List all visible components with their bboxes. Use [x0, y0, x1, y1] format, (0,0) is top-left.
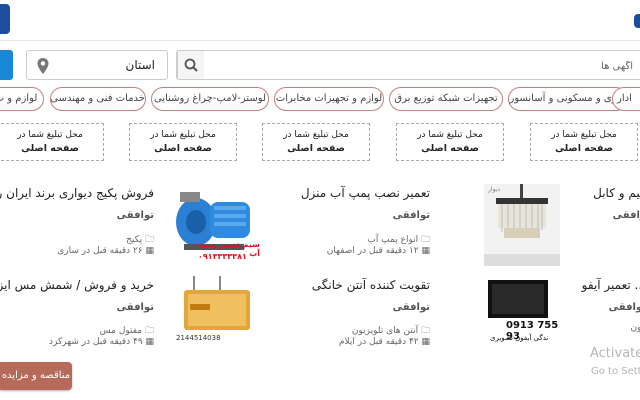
thumb-overlay-phone: ۰۹۱۳۳۳۳۳۸۱	[198, 252, 247, 261]
listing-title[interactable]: تقویت کننده آنتن خانگی	[312, 278, 430, 292]
windows-activate-settings: Go to Sett	[591, 366, 640, 377]
auction-tender-button[interactable]: مناقصه و مزایده	[0, 362, 72, 390]
top-bar	[0, 0, 640, 41]
windows-activate-watermark: Activate	[590, 346, 640, 361]
listing-title[interactable]: سیم و کابل	[593, 186, 640, 200]
chip-technical-services[interactable]: خدمات فنی و مهندسی	[50, 87, 146, 111]
listing-category-text: فون	[630, 323, 640, 333]
ad-slot[interactable]: محل تبلیغ شما در صفحه اصلی	[0, 123, 104, 161]
listing-time: ▦ ۲۶ دقیقه قبل در ساری	[57, 246, 154, 256]
search-icon[interactable]	[177, 51, 204, 79]
listing-time: ▦ ۱۲ دقیقه قبل در اصفهان	[327, 246, 430, 256]
thumb-overlay-phone: 2144514038	[176, 334, 221, 342]
listing-category-text: مفتول مس	[99, 326, 143, 336]
ad-text: محل تبلیغ شما در	[551, 130, 617, 140]
listing-thumbnail-booster[interactable]: 2144514038	[174, 274, 260, 346]
folder-icon: 🗀	[420, 326, 430, 336]
listing-time: ▦ ۴۹ دقیقه قبل در شهرکرد	[49, 337, 154, 347]
listing-time: ▦ ۴۲ دقیقه قبل در ایلام	[339, 337, 430, 347]
listing-price: توافقی	[116, 302, 154, 313]
listing-price: توافقی	[116, 210, 154, 221]
search-input[interactable]	[231, 56, 635, 76]
ad-text-bold: صفحه اصلی	[154, 143, 212, 154]
listing-thumbnail-chandelier[interactable]: دیوار	[484, 184, 560, 266]
logo-mark[interactable]	[634, 14, 640, 28]
listing-category[interactable]: فون	[630, 323, 640, 333]
folder-icon: 🗀	[144, 326, 154, 336]
province-label: استان	[125, 58, 155, 72]
chandelier-image-icon	[484, 184, 560, 266]
ad-slot[interactable]: محل تبلیغ شما در صفحه اصلی	[262, 123, 370, 161]
bottom-overlay	[0, 350, 640, 400]
ad-text-bold: صفحه اصلی	[421, 143, 479, 154]
chip-power-distribution[interactable]: تجهیزات شبکه توزیع برق	[389, 87, 503, 111]
listing-time-text: ۴۲ دقیقه قبل در ایلام	[338, 337, 419, 347]
calendar-icon: ▦	[421, 246, 430, 256]
ad-slot[interactable]: محل تبلیغ شما در صفحه اصلی	[396, 123, 504, 161]
listing-price: توافقی	[392, 210, 430, 221]
calendar-icon: ▦	[145, 337, 154, 347]
logo[interactable]	[0, 4, 10, 34]
listing-time-text: ۲۶ دقیقه قبل در ساری	[57, 246, 143, 256]
ad-text: محل تبلیغ شما در	[417, 130, 483, 140]
ad-text: محل تبلیغ شما در	[283, 130, 349, 140]
category-chips: اداری و مسکونی و آسانسور تجهیزات شبکه تو…	[0, 87, 640, 113]
search-submit-button[interactable]	[0, 50, 13, 80]
ad-slot[interactable]: محل تبلیغ شما در صفحه اصلی	[129, 123, 237, 161]
search-box	[176, 50, 640, 80]
ad-text-bold: صفحه اصلی	[555, 143, 613, 154]
listing-category-text: پکیج	[126, 235, 143, 245]
listing-title[interactable]: فروش پکیج دیواری برند ایران راد	[0, 186, 154, 200]
listing-category-text: انواع پمپ آب	[367, 235, 419, 245]
thumb-overlay-text: دیوار	[488, 186, 501, 193]
listing-price: توافقی	[608, 302, 640, 313]
listing-time-text: ۱۲ دقیقه قبل در اصفهان	[326, 246, 419, 256]
ad-text-bold: صفحه اصلی	[287, 143, 345, 154]
listing-category-text: آنتن های تلویزیون	[351, 326, 419, 336]
listing-thumbnail-intercom[interactable]: 0913 755 93 ندگی آیفون تصویری	[484, 274, 560, 346]
thumb-overlay-text: ندگی آیفون تصویری	[490, 334, 549, 342]
listing-price: توافقی	[612, 210, 640, 221]
chip-office-residential[interactable]: اداری و مسکونی و آسانسور	[508, 87, 628, 111]
listing-title[interactable]: ... تعمیر آیفو	[582, 278, 640, 292]
listing-title[interactable]: خرید و فروش / شمش مس ایزو	[0, 278, 154, 292]
chip-telecom-equipment[interactable]: لوازم و تجهیزات مخابرات	[274, 87, 384, 111]
province-select[interactable]: استان	[26, 50, 168, 80]
calendar-icon: ▦	[421, 337, 430, 347]
listing-time-text: ۴۹ دقیقه قبل در شهرکرد	[48, 337, 143, 347]
search-row: استان	[0, 50, 640, 82]
listing-title[interactable]: تعمیر نصب پمپ آب منزل	[301, 186, 430, 200]
ad-slot[interactable]: محل تبلیغ شما در صفحه اصلی	[530, 123, 638, 161]
chip-lighting[interactable]: لوستر-لامپ-چراغ روشنایی	[151, 87, 269, 111]
chip-office[interactable]: ادار	[612, 87, 640, 111]
calendar-icon: ▦	[145, 246, 154, 256]
folder-icon: 🗀	[144, 235, 154, 245]
chip-equipment[interactable]: لوازم و ت	[0, 87, 44, 111]
listing-grid: فروش پکیج دیواری برند ایران راد توافقی 🗀…	[0, 180, 640, 350]
ad-text: محل تبلیغ شما در	[150, 130, 216, 140]
listing-thumbnail-pump[interactable]: سیم تعمیر پمپ آب ۰۹۱۳۳۳۳۳۸۱	[174, 184, 260, 266]
listing-price: توافقی	[392, 302, 430, 313]
ad-text: محل تبلیغ شما در	[17, 130, 83, 140]
folder-icon: 🗀	[420, 235, 430, 245]
location-pin-icon	[37, 58, 49, 74]
ad-slots: محل تبلیغ شما در صفحه اصلی محل تبلیغ شما…	[0, 123, 640, 161]
ad-text-bold: صفحه اصلی	[21, 143, 79, 154]
